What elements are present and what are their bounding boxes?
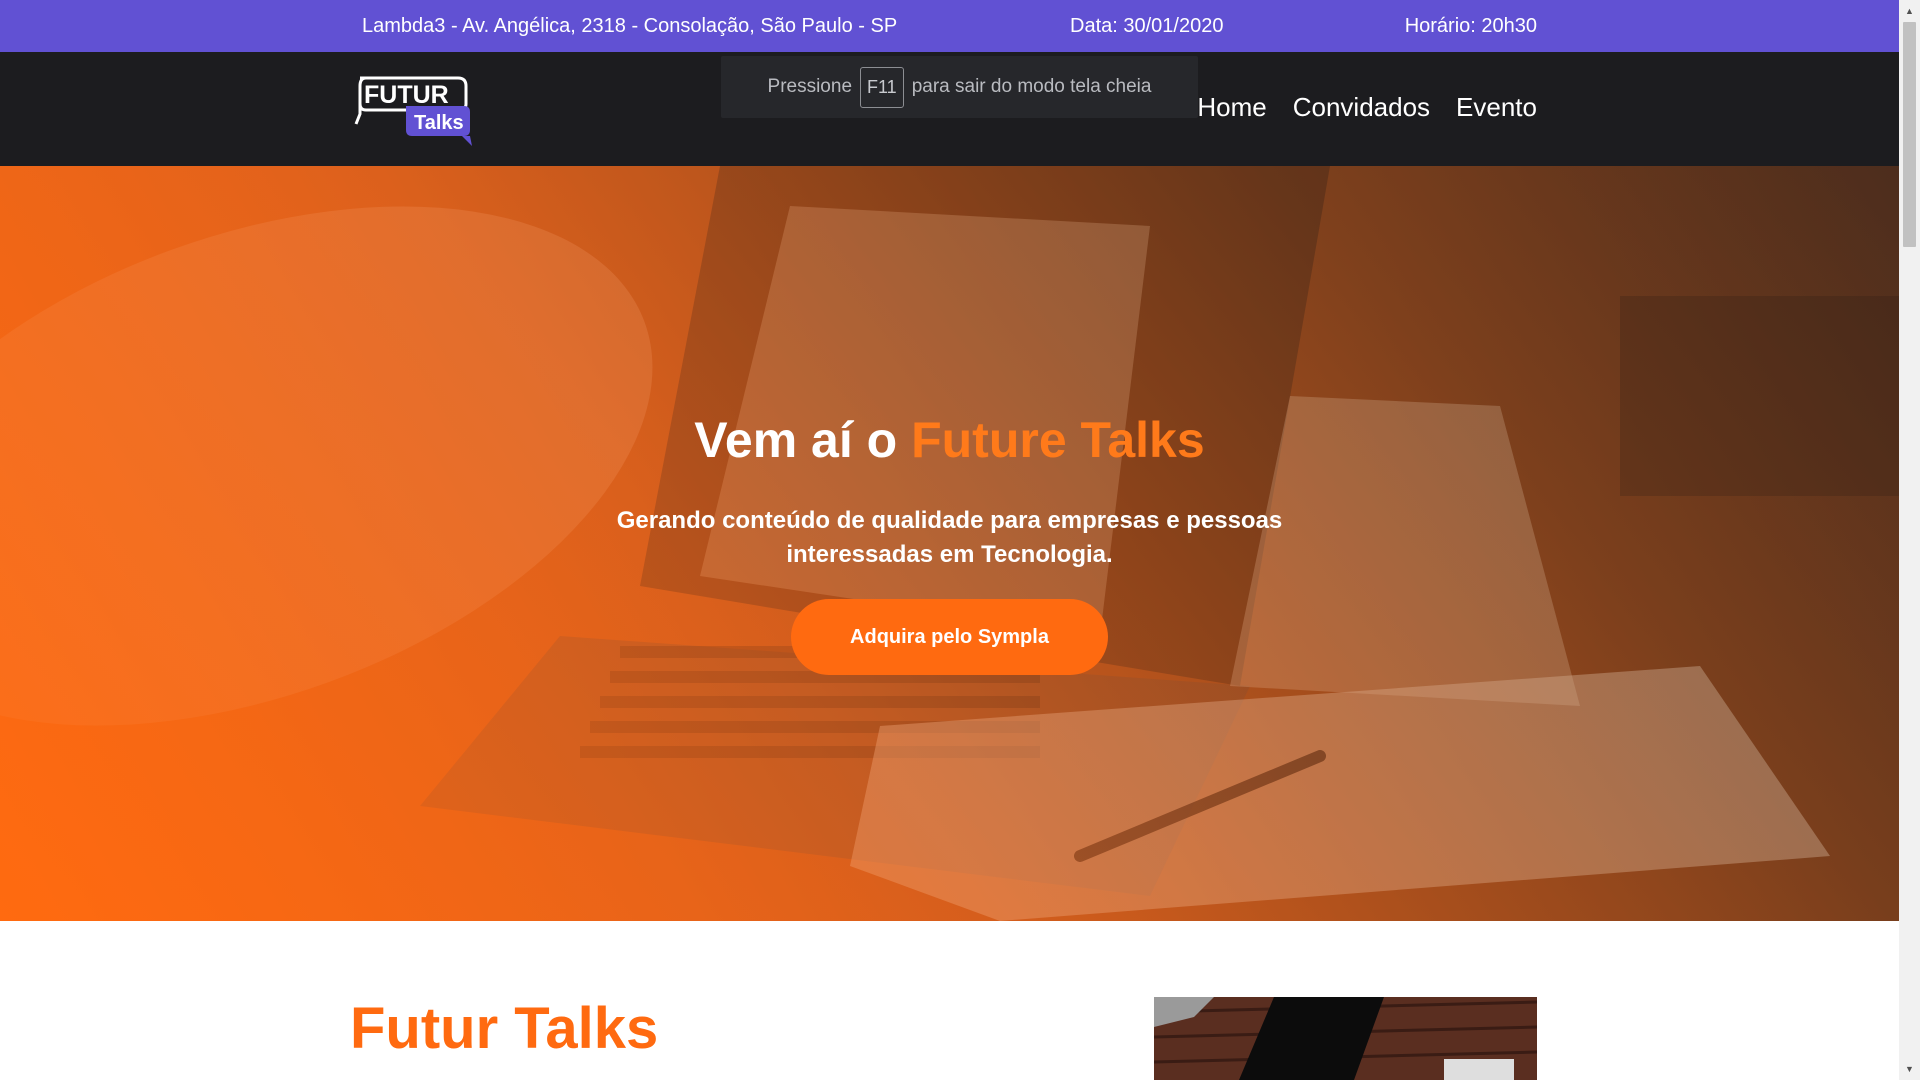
event-address: Lambda3 - Av. Angélica, 2318 - Consolaçã… bbox=[362, 15, 898, 37]
fullscreen-notice-before: Pressione bbox=[767, 76, 853, 97]
scroll-thumb[interactable] bbox=[1903, 22, 1916, 247]
logo[interactable]: FUTUR Talks bbox=[354, 74, 472, 146]
buy-sympla-button[interactable]: Adquira pelo Sympla bbox=[791, 599, 1108, 675]
event-time: Horário: 20h30 bbox=[1404, 15, 1537, 37]
section-title: Futur Talks bbox=[350, 996, 659, 1061]
event-date: Data: 30/01/2020 bbox=[1070, 15, 1224, 37]
hero-title-accent: Future Talks bbox=[911, 412, 1205, 468]
scroll-down-icon[interactable]: ▼ bbox=[1899, 1060, 1920, 1078]
logo-text-talks: Talks bbox=[414, 112, 464, 134]
fullscreen-notice-after: para sair do modo tela cheia bbox=[911, 76, 1152, 97]
f11-key: F11 bbox=[860, 66, 904, 108]
hero-title-prefix: Vem aí o bbox=[694, 412, 898, 468]
nav-home[interactable]: Home bbox=[1197, 92, 1266, 123]
nav-convidados[interactable]: Convidados bbox=[1293, 92, 1430, 123]
scroll-up-icon[interactable]: ▲ bbox=[1899, 2, 1920, 20]
hero-subtitle: Gerando conteúdo de qualidade para empre… bbox=[616, 507, 1283, 568]
main-nav: Home Convidados Evento bbox=[1197, 92, 1537, 123]
section-image bbox=[1154, 997, 1537, 1080]
page: Lambda3 - Av. Angélica, 2318 - Consolaçã… bbox=[0, 0, 1920, 1080]
scrollbar[interactable]: ▲ ▼ bbox=[1899, 0, 1920, 1080]
fullscreen-notice: Pressione F11 para sair do modo tela che… bbox=[721, 56, 1198, 118]
top-info-bar: Lambda3 - Av. Angélica, 2318 - Consolaçã… bbox=[0, 0, 1899, 52]
logo-text-futur: FUTUR bbox=[364, 81, 449, 109]
hero-title: Vem aí o Future Talks bbox=[0, 411, 1899, 469]
nav-evento[interactable]: Evento bbox=[1456, 92, 1537, 123]
hero-section: Vem aí o Future Talks Gerando conteúdo d… bbox=[0, 166, 1899, 921]
viewport: Lambda3 - Av. Angélica, 2318 - Consolaçã… bbox=[0, 0, 1899, 1080]
